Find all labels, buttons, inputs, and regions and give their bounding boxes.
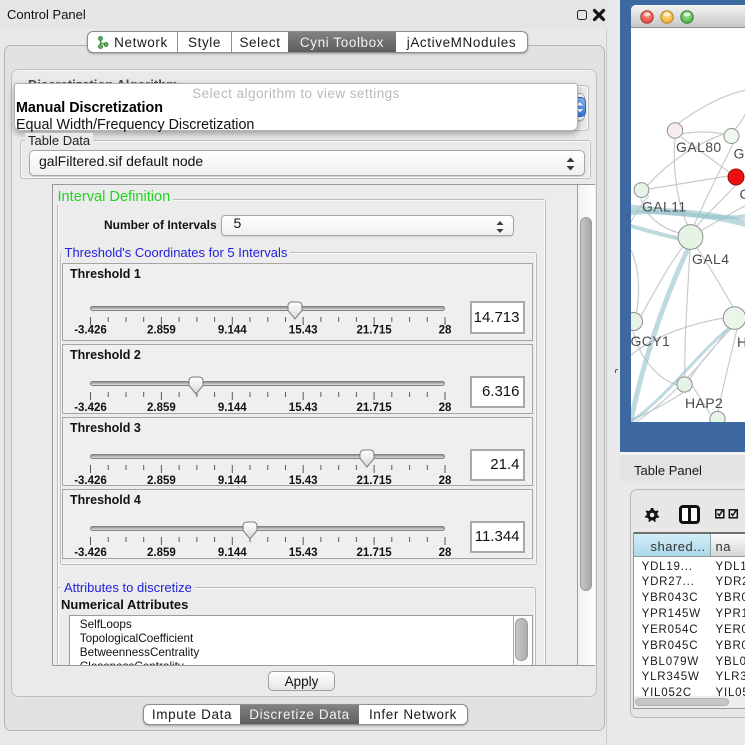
svg-text:9.144: 9.144 (218, 325, 247, 337)
svg-text:GCY1: GCY1 (631, 333, 670, 349)
svg-text:28: 28 (439, 325, 452, 337)
svg-text:21.715: 21.715 (357, 325, 393, 337)
svg-text:15.43: 15.43 (289, 325, 318, 337)
svg-text:GAL4: GAL4 (692, 251, 729, 267)
svg-text:9.144: 9.144 (218, 475, 247, 487)
svg-text:GAL80: GAL80 (676, 139, 722, 155)
svg-text:2.859: 2.859 (147, 475, 176, 487)
svg-text:-3.426: -3.426 (74, 325, 107, 337)
svg-text:CY: CY (740, 186, 745, 202)
svg-text:-3.426: -3.426 (74, 402, 107, 414)
svg-text:21.715: 21.715 (357, 402, 393, 414)
svg-text:21.715: 21.715 (357, 475, 393, 487)
svg-text:2.859: 2.859 (147, 547, 176, 559)
svg-text:HAP2: HAP2 (685, 395, 723, 411)
svg-text:GAL11: GAL11 (642, 199, 687, 215)
svg-text:28: 28 (439, 402, 452, 414)
svg-text:H: H (737, 334, 745, 350)
svg-text:15.43: 15.43 (289, 402, 318, 414)
svg-text:GA: GA (734, 146, 745, 162)
svg-text:-3.426: -3.426 (74, 547, 107, 559)
svg-text:21.715: 21.715 (357, 547, 393, 559)
svg-text:2.859: 2.859 (147, 325, 176, 337)
svg-text:-3.426: -3.426 (74, 475, 107, 487)
svg-text:15.43: 15.43 (289, 547, 318, 559)
svg-text:28: 28 (439, 475, 452, 487)
svg-text:15.43: 15.43 (289, 475, 318, 487)
svg-text:2.859: 2.859 (147, 402, 176, 414)
svg-text:9.144: 9.144 (218, 402, 247, 414)
svg-text:28: 28 (439, 547, 452, 559)
svg-text:9.144: 9.144 (218, 547, 247, 559)
